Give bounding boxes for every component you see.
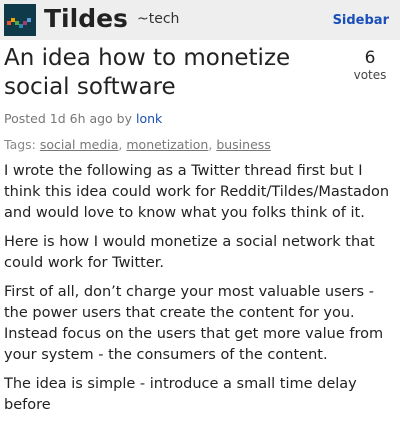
topic-tags: Tags: social media, monetization, busine… [4, 137, 271, 152]
topic-body: I wrote the following as a Twitter threa… [4, 161, 396, 424]
vote-label: votes [353, 68, 387, 82]
tag-link[interactable]: business [216, 137, 270, 152]
sidebar-button[interactable]: Sidebar [333, 13, 389, 28]
site-title[interactable]: Tildes [44, 2, 128, 36]
tags-label: Tags: [4, 137, 36, 152]
posted-time: Posted 1d 6h ago by [4, 111, 133, 126]
tag-link[interactable]: monetization [126, 137, 208, 152]
group-link[interactable]: ~tech [137, 11, 179, 27]
body-paragraph: Here is how I would monetize a social ne… [4, 234, 375, 271]
site-header: Tildes ~tech Sidebar [0, 0, 400, 40]
vote-count: 6 [364, 48, 376, 68]
tildes-logo-icon[interactable] [4, 4, 36, 36]
tag-link[interactable]: social media [40, 137, 119, 152]
body-paragraph: The idea is simple - introduce a small t… [4, 376, 357, 413]
vote-button[interactable]: 6 votes [348, 48, 392, 82]
topic-title: An idea how to monetize social software [4, 45, 291, 100]
author-link[interactable]: lonk [136, 111, 162, 126]
topic-meta: Posted 1d 6h ago by lonk [4, 111, 162, 126]
body-paragraph: I wrote the following as a Twitter threa… [4, 163, 390, 221]
body-paragraph: First of all, don’t charge your most val… [4, 284, 384, 363]
